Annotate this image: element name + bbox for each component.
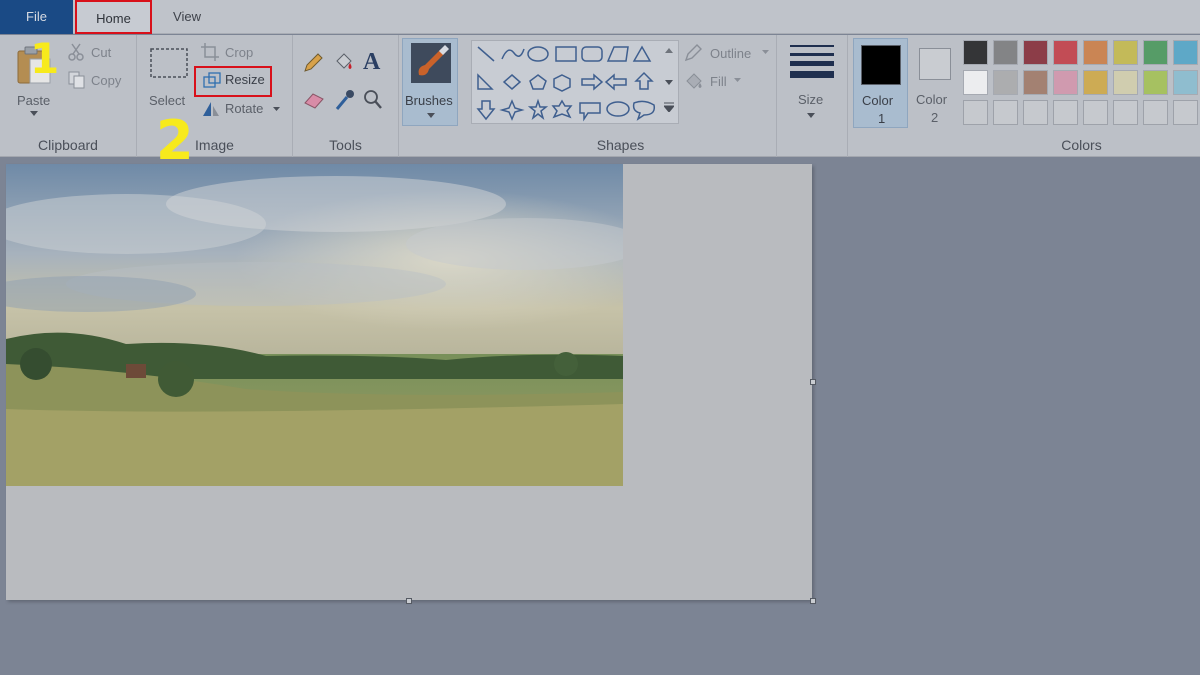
pencil-icon[interactable]: [303, 53, 323, 73]
text-tool-icon[interactable]: A: [363, 49, 380, 76]
landscape-image: [6, 164, 623, 486]
divider: [847, 35, 848, 157]
eraser-icon[interactable]: [303, 91, 325, 109]
color-2-label: Color: [916, 92, 948, 107]
fill-label: Fill: [710, 74, 727, 89]
expand-gallery-icon[interactable]: [664, 102, 674, 112]
color-2-swatch: [919, 48, 951, 80]
outline-button[interactable]: Outline: [684, 44, 770, 64]
step-1-annotation: 1: [30, 34, 60, 83]
size-label: Size: [798, 92, 824, 107]
color-2-number: 2: [931, 110, 939, 125]
chevron-down-icon: [734, 78, 741, 82]
scissors-icon: [68, 43, 84, 61]
resize-handle-right[interactable]: [810, 379, 816, 385]
select-icon: [150, 48, 188, 78]
magnifier-icon[interactable]: [363, 89, 383, 111]
shapes-group-label: Shapes: [596, 137, 645, 153]
tab-file[interactable]: File: [0, 0, 73, 34]
shapes-scroll[interactable]: [660, 40, 678, 124]
color-1-swatch: [861, 45, 901, 85]
color-picker-icon[interactable]: [335, 89, 355, 111]
brushes-button[interactable]: Brushes: [402, 38, 458, 126]
fill-bucket-icon[interactable]: [333, 51, 355, 73]
chevron-down-icon: [30, 111, 38, 116]
brushes-label: Brushes: [405, 93, 453, 108]
copy-button[interactable]: Copy: [68, 71, 130, 91]
brush-icon: [411, 43, 451, 83]
shapes-icons: [476, 45, 656, 122]
fill-icon: [686, 73, 702, 89]
resize-handle-bottom[interactable]: [406, 598, 412, 604]
copy-icon: [68, 71, 85, 89]
clipboard-group: Paste Cut Copy Clipboard: [0, 35, 137, 157]
crop-label: Crop: [225, 45, 254, 60]
colors-group-label: Colors: [1061, 137, 1102, 153]
color-1-label: Color: [862, 93, 894, 108]
outline-icon: [684, 44, 702, 62]
line-size-icon: [790, 45, 834, 78]
tab-home[interactable]: Home: [75, 0, 152, 34]
chevron-down-icon: [273, 107, 280, 111]
step-2-annotation: 2: [156, 109, 194, 172]
color-1-number: 1: [878, 111, 886, 126]
color-1-button[interactable]: Color 1: [853, 38, 908, 128]
crop-button[interactable]: Crop: [201, 43, 271, 63]
tab-view[interactable]: View: [152, 0, 222, 34]
chevron-down-icon: [762, 50, 769, 54]
tools-group-label: Tools: [329, 137, 362, 153]
tools-group: A Tools: [293, 35, 399, 157]
outline-label: Outline: [710, 46, 752, 61]
resize-highlight: [194, 66, 272, 97]
rotate-label: Rotate: [225, 101, 264, 116]
resize-handle-corner[interactable]: [810, 598, 816, 604]
cut-label: Cut: [91, 45, 112, 60]
select-label: Select: [149, 93, 186, 108]
size-button[interactable]: Size: [782, 38, 842, 126]
shapes-gallery[interactable]: [471, 40, 679, 124]
rotate-button[interactable]: Rotate: [201, 99, 281, 119]
color-2-button[interactable]: Color 2: [914, 38, 956, 128]
chevron-down-icon: [807, 113, 815, 118]
clipboard-group-label: Clipboard: [38, 137, 98, 153]
scroll-up-icon[interactable]: [665, 48, 673, 53]
chevron-down-icon: [427, 113, 435, 118]
scroll-down-icon[interactable]: [665, 80, 673, 85]
cut-button[interactable]: Cut: [68, 43, 128, 63]
rotate-icon: [203, 102, 219, 116]
crop-icon: [201, 43, 219, 61]
ribbon-tab-strip: File Home View: [0, 0, 1200, 34]
paste-label: Paste: [17, 93, 51, 108]
copy-label: Copy: [91, 73, 122, 88]
fill-button[interactable]: Fill: [684, 72, 744, 92]
colors-group: Colors: [963, 35, 1200, 157]
